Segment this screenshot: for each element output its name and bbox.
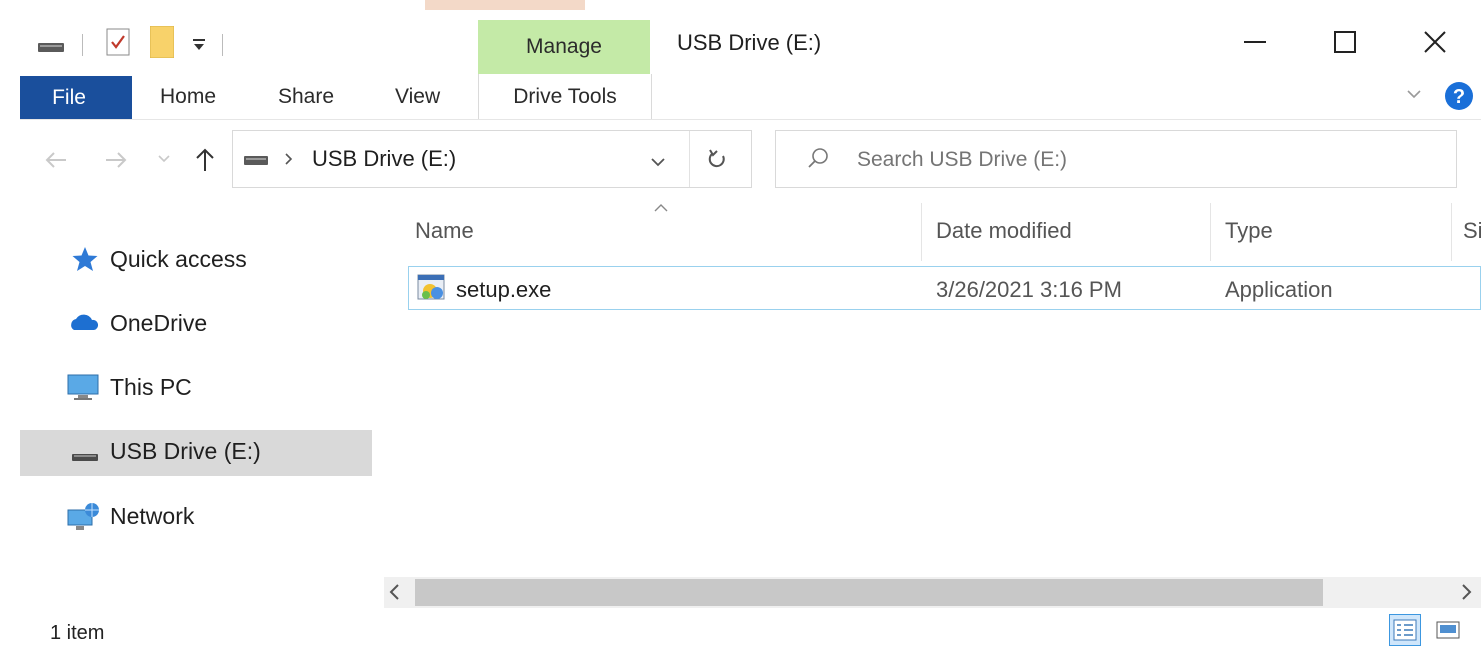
nav-item-label: USB Drive (E:) [110,437,261,464]
nav-item-onedrive[interactable]: OneDrive [68,308,207,338]
large-icons-view-icon [1436,621,1460,639]
monitor-icon [67,374,99,400]
nav-item-label: OneDrive [110,309,208,336]
ribbon-divider [20,119,1481,120]
file-date-modified: 3/26/2021 3:16 PM [936,277,1122,302]
chevron-down-icon [1407,90,1421,99]
window-title: USB Drive (E:) [677,30,822,55]
large-icons-view-button[interactable] [1432,614,1464,646]
nav-item-label: Network [110,502,195,529]
address-separator [689,131,690,187]
help-icon: ? [1445,82,1473,110]
address-bar[interactable] [232,130,752,188]
column-header-type[interactable]: Type [1225,218,1273,244]
column-header-size[interactable]: Si [1463,218,1481,244]
scroll-left-button[interactable] [388,583,402,601]
file-type: Application [1225,277,1333,302]
scroll-right-button[interactable] [1459,583,1473,601]
chevron-left-icon [389,584,399,600]
chevron-right-icon [1462,584,1472,600]
chevron-down-icon [651,158,665,167]
new-folder-icon[interactable] [150,26,174,58]
refresh-button[interactable] [706,148,728,172]
back-button[interactable] [44,150,68,170]
nav-item-quick-access[interactable]: Quick access [70,244,247,274]
column-divider[interactable] [921,203,922,261]
toolbar-separator [82,34,83,56]
tab-share[interactable]: Share [278,85,334,109]
nav-item-label: Quick access [110,245,247,272]
tab-view[interactable]: View [395,85,440,109]
maximize-button[interactable] [1322,22,1368,62]
details-view-button[interactable] [1389,614,1421,646]
column-header-date-modified[interactable]: Date modified [936,218,1072,244]
refresh-icon [708,149,725,168]
minimize-icon [1244,41,1266,43]
setup-exe-icon [416,273,448,303]
tab-file[interactable]: File [20,76,132,119]
forward-arrow-icon [106,152,127,168]
help-button[interactable]: ? [1444,81,1474,111]
details-view-icon [1393,619,1417,641]
maximize-icon [1334,31,1356,53]
customize-toolbar-icon[interactable] [192,38,206,52]
breadcrumb-usb-drive[interactable]: USB Drive (E:) [312,146,456,172]
breadcrumb-chevron-icon[interactable] [284,152,294,166]
scrollbar-thumb[interactable] [415,579,1323,606]
nav-item-usb-drive[interactable]: USB Drive (E:) [70,436,261,466]
search-icon [806,146,830,170]
tab-home[interactable]: Home [160,85,216,109]
svg-text:?: ? [1453,86,1465,108]
top-orange-accent [425,0,585,10]
drive-icon [244,154,268,166]
close-button[interactable] [1412,22,1458,62]
star-icon [72,247,98,271]
nav-item-this-pc[interactable]: This PC [66,372,192,402]
column-divider[interactable] [1210,203,1211,261]
manage-label: Manage [526,35,602,58]
drive-icon [38,40,64,54]
tab-drive-tools[interactable]: Drive Tools [478,74,652,120]
toolbar-separator [222,34,223,56]
network-icon [67,503,99,530]
forward-button[interactable] [104,150,128,170]
status-item-count: 1 item [50,622,105,644]
manage-context-tab: Manage [478,20,650,74]
up-arrow-icon [196,148,214,171]
sort-ascending-icon [654,204,668,212]
recent-locations-button[interactable] [158,154,170,164]
expand-ribbon-button[interactable] [1406,88,1422,100]
drive-icon [72,454,98,461]
tab-drive-tools-label: Drive Tools [513,85,617,108]
minimize-button[interactable] [1232,22,1278,62]
up-button[interactable] [194,147,216,173]
cloud-icon [71,314,99,330]
nav-item-label: This PC [110,373,192,400]
close-icon [1424,31,1446,53]
nav-item-network[interactable]: Network [66,500,194,532]
chevron-down-icon [158,155,170,163]
column-divider[interactable] [1451,203,1452,261]
file-name: setup.exe [456,277,552,302]
column-header-name[interactable]: Name [415,218,474,244]
tab-file-label: File [52,85,86,109]
address-history-button[interactable] [650,156,666,168]
properties-icon[interactable] [106,28,130,56]
search-input[interactable] [855,143,1439,177]
back-arrow-icon [45,152,66,168]
